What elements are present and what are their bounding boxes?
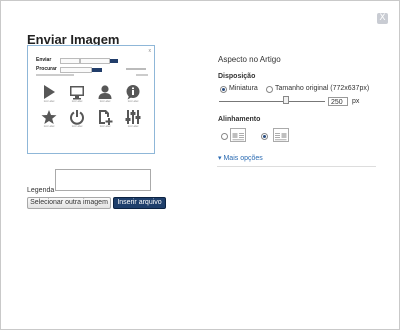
image-preview: x Enviar Procurar Icon Label Icon Label … [27,45,155,154]
more-options-label: Mais opções [223,155,263,162]
preview-icon-cell: Icon Label [94,84,116,103]
align-left-option[interactable] [230,128,246,142]
settings-title: Aspecto no Artigo [218,55,281,64]
preview-icon-label: Icon Label [71,126,83,128]
preview-icon-label: Icon Label [127,101,139,103]
size-slider-handle[interactable] [283,96,289,104]
align-right-icon [275,133,287,141]
preview-icon-cell: Icon Label [38,109,60,128]
more-options-link[interactable]: ▾ Mais opções [218,154,263,162]
legend-label: Legenda [27,187,55,194]
layout-label: Disposição [218,73,256,80]
preview-input [80,58,110,64]
thumbnail-radio[interactable] [220,86,227,93]
preview-icon-cell: Icon Label [122,109,144,128]
select-other-image-button[interactable]: Selecionar outra imagem [27,197,111,209]
user-icon [98,85,112,99]
preview-input [60,67,92,73]
monitor-icon [70,86,84,100]
thumbnail-label: Miniatura [229,85,258,92]
preview-button [92,68,102,72]
preview-text-line [126,68,146,70]
star-icon [41,110,57,124]
align-right-radio[interactable] [261,133,268,140]
close-icon[interactable]: X [377,13,388,24]
original-size-radio[interactable] [266,86,273,93]
preview-icon-cell: Icon Label [66,84,88,103]
preview-icon-label: Icon Label [71,101,83,103]
alignment-label: Alinhamento [218,116,261,123]
preview-icon-label: Icon Label [99,126,111,128]
align-left-radio[interactable] [221,133,228,140]
play-icon [44,85,55,99]
divider [217,166,376,167]
preview-icon-label: Icon Label [43,126,55,128]
preview-input [60,58,80,64]
size-unit-label: px [352,98,360,105]
insert-file-button[interactable]: Inserir arquivo [113,197,166,209]
new-document-icon [99,110,113,125]
info-icon [126,85,140,100]
preview-text-line [136,74,148,76]
preview-title: Enviar [36,57,52,63]
preview-text-line [36,74,74,76]
preview-icon-cell: Icon Label [94,109,116,128]
original-size-label: Tamanho original (772x637px) [275,85,370,92]
preview-icon-label: Icon Label [127,126,139,128]
preview-icon-label: Icon Label [99,101,111,103]
triangle-down-icon: ▾ [218,155,222,162]
size-slider-track[interactable] [219,101,325,102]
power-icon [70,110,84,125]
preview-icon-cell: Icon Label [66,109,88,128]
preview-close-icon: x [148,48,152,54]
align-right-option[interactable] [273,128,289,142]
legend-textarea[interactable] [55,169,151,191]
align-left-icon [232,133,244,141]
preview-icon-label: Icon Label [43,101,55,103]
preview-icon-cell: Icon Label [38,84,60,103]
preview-button [110,59,118,63]
preview-icon-cell: Icon Label [122,84,144,103]
equalizer-icon [125,110,141,124]
preview-subtitle: Procurar [36,66,57,72]
upload-dialog: X Enviar Imagem x Enviar Procurar Icon L… [0,0,400,330]
size-input[interactable]: 250 [328,97,348,106]
